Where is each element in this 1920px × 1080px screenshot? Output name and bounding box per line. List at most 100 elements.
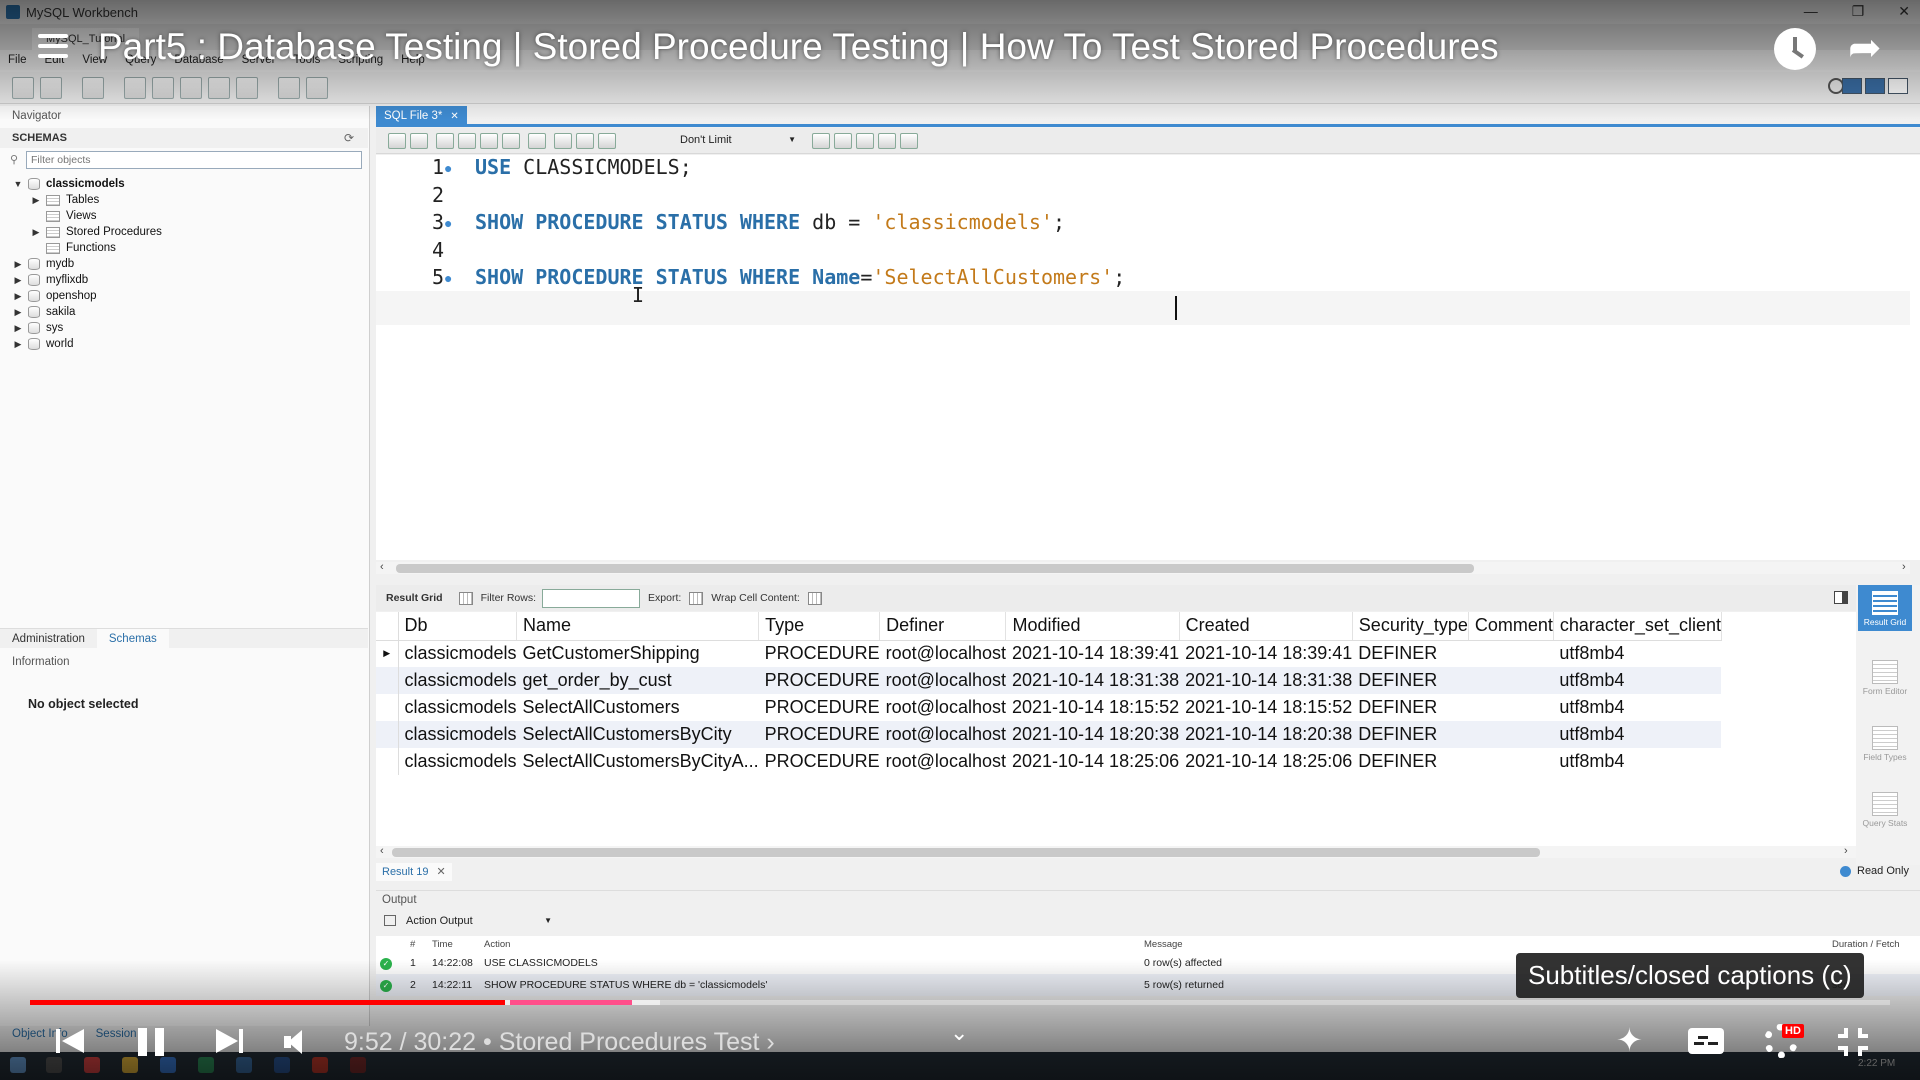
export-icon[interactable] — [689, 591, 704, 605]
schema-sys[interactable]: ▶ sys — [12, 320, 63, 336]
stop-icon[interactable] — [502, 133, 520, 149]
schema-sakila[interactable]: ▶ sakila — [12, 304, 75, 320]
table-cell[interactable]: DEFINER — [1352, 721, 1469, 748]
word-icon[interactable] — [274, 1057, 290, 1073]
table-cell[interactable]: DEFINER — [1352, 667, 1469, 694]
autocommit-icon[interactable] — [598, 133, 616, 149]
field-types-button[interactable]: Field Types — [1858, 726, 1912, 762]
table-cell[interactable]: PROCEDURE — [758, 667, 880, 694]
expand-arrow-icon[interactable]: ▶ — [12, 304, 24, 320]
column-header[interactable]: Definer — [879, 612, 1007, 641]
reconnect-icon[interactable] — [306, 76, 328, 99]
schema-openshop[interactable]: ▶ openshop — [12, 288, 97, 304]
tab-result[interactable]: Result 19 ✕ — [376, 863, 452, 881]
table-cell[interactable]: 2021-10-14 18:25:06 — [1179, 748, 1352, 775]
row-header[interactable] — [376, 694, 399, 721]
create-procedure-icon[interactable] — [208, 76, 230, 99]
row-header[interactable] — [376, 748, 399, 775]
table-cell[interactable]: get_order_by_cust — [516, 667, 759, 694]
scroll-right-icon[interactable]: › — [1902, 561, 1906, 573]
table-cell[interactable] — [1468, 694, 1553, 721]
table-cell[interactable]: 2021-10-14 18:15:52 — [1006, 694, 1179, 721]
table-cell[interactable]: 2021-10-14 18:39:41 — [1006, 640, 1179, 667]
beautify-icon[interactable] — [834, 133, 852, 149]
table-cell[interactable]: DEFINER — [1352, 694, 1468, 721]
find-icon[interactable] — [856, 133, 874, 149]
table-cell[interactable] — [1468, 640, 1553, 667]
grid-scroll-thumb[interactable] — [392, 848, 1540, 857]
table-cell[interactable]: 2021-10-14 18:20:38 — [1005, 721, 1180, 748]
toggle-secondary-sidebar-icon[interactable] — [1888, 78, 1908, 94]
add-snippet-icon[interactable] — [812, 133, 830, 149]
column-header[interactable]: Created — [1179, 612, 1353, 641]
table-row[interactable]: classicmodels get_order_by_cust PROCEDURE r… — [376, 667, 1722, 694]
editor-scroll-thumb[interactable] — [396, 564, 1474, 573]
table-cell[interactable]: utf8mb4 — [1553, 640, 1721, 667]
next-icon[interactable] — [214, 1026, 244, 1056]
table-row[interactable]: classicmodels SelectAllCustomersByCity PRO… — [376, 721, 1722, 748]
expand-arrow-icon[interactable]: ▶ — [30, 224, 42, 240]
expand-arrow-icon[interactable]: ▶ — [12, 272, 24, 288]
edge-icon[interactable] — [160, 1057, 176, 1073]
table-cell[interactable] — [1468, 667, 1554, 694]
share-arrow-icon[interactable]: ➦ — [1848, 28, 1882, 68]
table-cell[interactable]: root@localhost — [880, 640, 1006, 667]
code-line[interactable]: USE CLASSICMODELS; — [475, 155, 692, 179]
workbench-taskbar-icon[interactable] — [236, 1057, 252, 1073]
table-cell[interactable]: SelectAllCustomers — [517, 694, 759, 721]
expand-arrow-icon[interactable]: ▶ — [12, 320, 24, 336]
schema-classicmodels[interactable]: ▼ classicmodels — [12, 176, 125, 192]
output-type-select[interactable]: Action Output ▼ — [380, 912, 556, 930]
table-cell[interactable]: DEFINER — [1352, 748, 1468, 775]
schema-world[interactable]: ▶ world — [12, 336, 73, 352]
table-cell[interactable]: PROCEDURE — [759, 748, 880, 775]
table-cell[interactable]: SelectAllCustomersByCity — [516, 721, 759, 748]
expand-arrow-icon[interactable]: ▶ — [12, 288, 24, 304]
invisible-chars-icon[interactable] — [878, 133, 896, 149]
maximize-button[interactable]: ❐ — [1852, 3, 1865, 20]
code-line[interactable]: SHOW PROCEDURE STATUS WHERE Name='Select… — [475, 265, 1125, 289]
close-tab-icon[interactable]: ✕ — [450, 111, 458, 122]
table-cell[interactable]: SelectAllCustomersByCityA... — [517, 748, 759, 775]
wrap-cell-icon[interactable] — [807, 591, 822, 605]
result-grid-view-button[interactable]: Result Grid — [1858, 585, 1912, 631]
explain-icon[interactable] — [480, 133, 498, 149]
wrap-lines-icon[interactable] — [900, 133, 918, 149]
volume-icon[interactable] — [284, 1030, 310, 1054]
table-cell[interactable] — [1468, 721, 1554, 748]
expand-arrow-icon[interactable]: ▶ — [12, 256, 24, 272]
filter-rows-input[interactable] — [542, 588, 641, 608]
expand-arrow-icon[interactable]: ▼ — [12, 176, 24, 192]
new-sql-tab-icon[interactable] — [12, 76, 34, 99]
pause-icon[interactable] — [136, 1026, 166, 1056]
table-cell[interactable]: utf8mb4 — [1553, 667, 1722, 694]
column-header[interactable]: Type — [758, 612, 881, 641]
row-pointer-icon[interactable]: ▶ — [376, 640, 399, 667]
table-cell[interactable]: classicmodels — [398, 640, 517, 667]
expand-arrow-icon[interactable]: ▶ — [30, 192, 42, 208]
column-header[interactable]: character_set_client — [1553, 612, 1722, 641]
query-stats-button[interactable]: Query Stats — [1858, 792, 1912, 828]
inspector-icon[interactable] — [82, 76, 104, 99]
chevron-down-icon[interactable]: ⌄ — [950, 1020, 968, 1046]
create-schema-icon[interactable] — [124, 76, 146, 99]
filter-objects-input[interactable] — [26, 151, 362, 169]
table-cell[interactable]: 2021-10-14 18:39:41 — [1179, 640, 1352, 667]
execute-current-icon[interactable] — [458, 133, 476, 149]
table-cell[interactable]: root@localhost — [879, 667, 1006, 694]
table-cell[interactable]: 2021-10-14 18:15:52 — [1179, 694, 1352, 721]
close-tab-icon[interactable]: ✕ — [436, 866, 445, 878]
toggle-error-icon[interactable] — [528, 133, 546, 149]
table-cell[interactable]: PROCEDURE — [759, 694, 880, 721]
menu-file[interactable]: File — [8, 50, 27, 70]
close-window-button[interactable]: ✕ — [1898, 3, 1910, 20]
create-table-icon[interactable] — [152, 76, 174, 99]
toggle-sidebar-icon[interactable] — [1842, 78, 1862, 94]
powerpoint-icon[interactable] — [312, 1057, 328, 1073]
scroll-left-icon[interactable]: ‹ — [380, 845, 384, 857]
tree-node-functions[interactable]: Functions — [30, 240, 116, 256]
table-row[interactable]: ▶ classicmodels GetCustomerShipping PROCEDU… — [376, 640, 1721, 667]
create-view-icon[interactable] — [180, 76, 202, 99]
tab-sql-file[interactable]: SQL File 3* ✕ — [376, 106, 467, 126]
table-cell[interactable]: PROCEDURE — [759, 640, 880, 667]
